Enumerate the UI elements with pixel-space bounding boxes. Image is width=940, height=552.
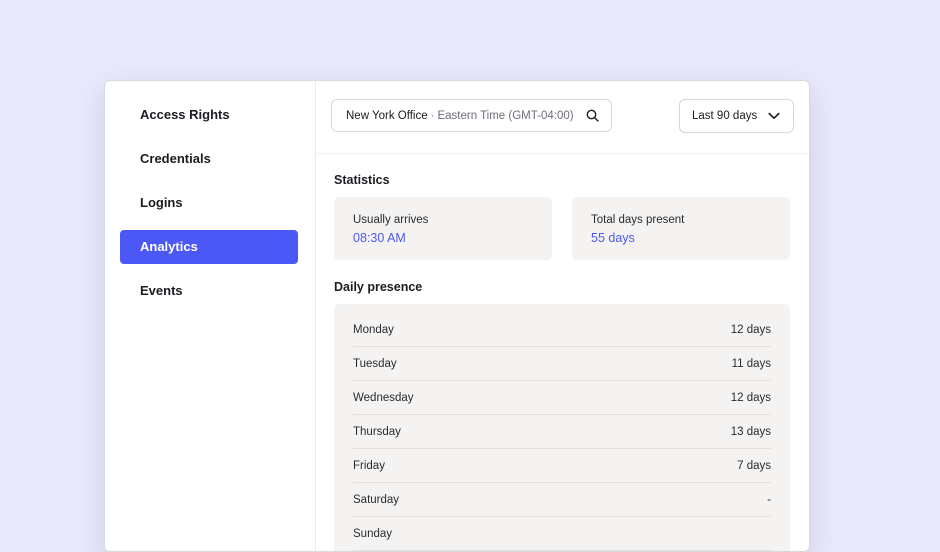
toolbar: New York Office · Eastern Time (GMT-04:0… (316, 81, 809, 154)
sidebar-item-credentials[interactable]: Credentials (120, 142, 298, 176)
day-label: Wednesday (353, 391, 414, 404)
day-label: Sunday (353, 527, 393, 540)
table-row: Tuesday 11 days (353, 347, 771, 381)
chevron-down-icon (768, 110, 780, 122)
main-content: New York Office · Eastern Time (GMT-04:0… (316, 81, 809, 551)
day-value: 13 days (730, 425, 771, 438)
day-value: - (767, 493, 771, 506)
table-row: Monday 12 days (353, 313, 771, 347)
statistics-title: Statistics (334, 173, 390, 187)
table-row: Wednesday 12 days (353, 381, 771, 415)
day-label: Monday (353, 323, 394, 336)
stat-card-total-days: Total days present 55 days (572, 197, 790, 260)
location-search-input[interactable]: New York Office · Eastern Time (GMT-04:0… (331, 99, 612, 132)
search-separator: · (430, 109, 435, 122)
stat-value: 08:30 AM (353, 231, 406, 245)
search-icon[interactable] (585, 109, 599, 123)
day-label: Saturday (353, 493, 400, 506)
table-row: Friday 7 days (353, 449, 771, 483)
daily-presence-title: Daily presence (334, 280, 423, 294)
day-label: Thursday (353, 425, 401, 438)
search-timezone-text: Eastern Time (GMT-04:00) (437, 109, 574, 122)
date-range-label: Last 90 days (692, 110, 758, 122)
app-window: Access Rights Credentials Logins Analyti… (104, 80, 810, 552)
day-value: 12 days (730, 323, 771, 336)
day-label: Tuesday (353, 357, 397, 370)
sidebar-item-events[interactable]: Events (120, 274, 298, 308)
stat-card-usually-arrives: Usually arrives 08:30 AM (334, 197, 552, 260)
sidebar-item-access-rights[interactable]: Access Rights (120, 98, 298, 132)
sidebar-item-logins[interactable]: Logins (120, 186, 298, 220)
stat-value: 55 days (591, 231, 635, 245)
date-range-select[interactable]: Last 90 days (679, 99, 794, 133)
sidebar: Access Rights Credentials Logins Analyti… (105, 81, 316, 551)
stat-label: Usually arrives (353, 214, 429, 226)
table-row: Saturday - (353, 483, 771, 517)
day-value: 7 days (737, 459, 771, 472)
day-value: 11 days (731, 357, 771, 370)
stat-label: Total days present (591, 214, 685, 226)
table-row: Thursday 13 days (353, 415, 771, 449)
search-location-text: New York Office (346, 109, 428, 122)
day-value: 12 days (730, 391, 771, 404)
daily-presence-list: Monday 12 days Tuesday 11 days Wednesday… (334, 304, 790, 551)
sidebar-item-analytics[interactable]: Analytics (120, 230, 298, 264)
table-row: Sunday (353, 517, 771, 551)
day-label: Friday (353, 459, 385, 472)
